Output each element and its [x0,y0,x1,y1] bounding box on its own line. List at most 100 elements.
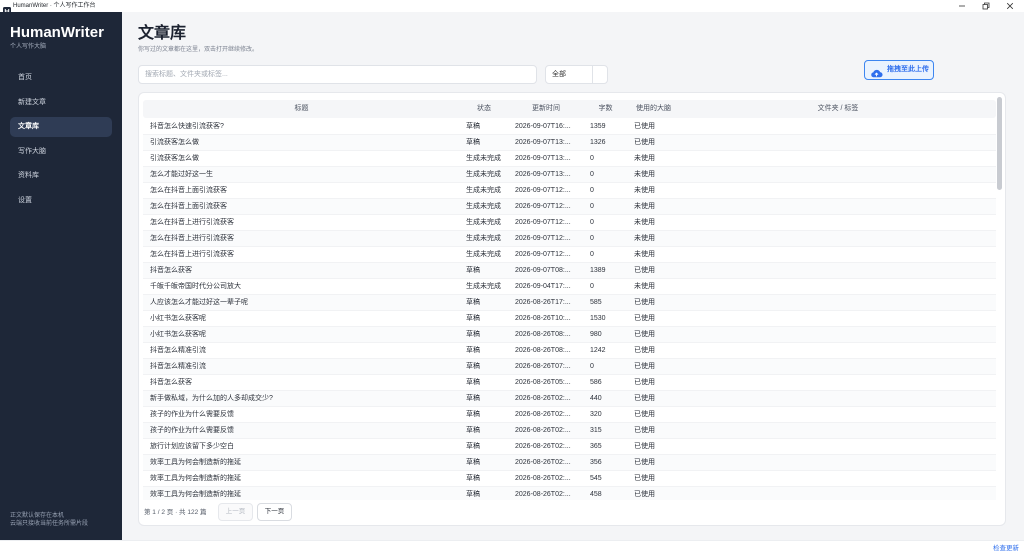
sidebar-item-new-article[interactable]: 新建文章 [10,93,112,113]
table-row[interactable]: 怎么在抖音上进行引流获客 生成未完成 2026-09-07T12:... 0 未使用 [143,215,996,231]
cell-title: 效率工具为何会制造新的拖延 [150,491,241,498]
app-logo-icon [3,2,11,15]
table-row[interactable]: 小红书怎么获客呢 草稿 2026-08-26T08:... 980 已使用 [143,327,996,343]
storage-note-cloud: 云端只接收当前任务所需片段 [10,521,89,527]
cell-title: 孩子的作业为什么需要反馈 [150,427,234,434]
prev-page-button[interactable]: 上一页 [218,503,253,521]
close-icon [1006,2,1014,10]
sidebar-item-settings[interactable]: 设置 [10,191,112,211]
table-row[interactable]: 新手做私域，为什么加的人多却成交少? 草稿 2026-08-26T02:... 440… [143,391,996,407]
page-title: 文章库 [138,25,187,42]
cell-status: 生成未完成 [466,283,501,290]
table-row[interactable]: 抖音怎么精准引流 草稿 2026-08-26T08:... 1242 已使用 [143,343,996,359]
cell-folder-tags [680,375,996,390]
search-input[interactable] [138,65,537,84]
cell-word-count: 586 [590,379,602,386]
cell-brain-usage: 未使用 [634,203,655,210]
cell-brain-usage: 未使用 [634,155,655,162]
restore-button[interactable] [974,0,998,12]
minimize-button[interactable] [950,0,974,12]
cell-updated: 2026-09-07T16:... [515,123,571,130]
cell-word-count: 458 [590,491,602,498]
cell-updated: 2026-09-04T17:... [515,283,571,290]
cell-status: 草稿 [466,427,480,434]
cell-word-count: 365 [590,443,602,450]
table-row[interactable]: 引流获客怎么做 草稿 2026-09-07T13:... 1326 已使用 [143,135,996,151]
cell-folder-tags [680,407,996,422]
cell-status: 生成未完成 [466,187,501,194]
sidebar-item-resources[interactable]: 资料库 [10,166,112,186]
table-row[interactable]: 抖音怎么精准引流 草稿 2026-08-26T07:... 0 已使用 [143,359,996,375]
table-body: 抖音怎么快速引流获客? 草稿 2026-09-07T16:... 1359 已使用 引流获… [143,119,996,500]
table-row[interactable]: 怎么在抖音上进行引流获客 生成未完成 2026-09-07T12:... 0 未使用 [143,231,996,247]
table-row[interactable]: 效率工具为何会制造新的拖延 草稿 2026-08-26T02:... 458 已使用 [143,487,996,500]
cell-title: 新手做私域，为什么加的人多却成交少? [150,395,273,402]
table-scrollbar[interactable] [997,97,1002,500]
cell-word-count: 1359 [590,123,606,130]
table-row[interactable]: 人应该怎么才能过好这一辈子呢 草稿 2026-08-26T17:... 585 已使用 [143,295,996,311]
column-header-folder-tags: 文件夹 / 标签 [817,105,859,112]
table-row[interactable]: 效率工具为何会制造新的拖延 草稿 2026-08-26T02:... 545 已使用 [143,471,996,487]
cell-updated: 2026-08-26T07:... [515,363,571,370]
sidebar-item-writing-brain[interactable]: 写作大脑 [10,142,112,162]
cell-brain-usage: 已使用 [634,123,655,130]
table-row[interactable]: 小红书怎么获客呢 草稿 2026-08-26T10:... 1530 已使用 [143,311,996,327]
cell-title: 怎么在抖音上进行引流获客 [150,219,234,226]
cell-title: 怎么在抖音上面引流获客 [150,187,227,194]
table-row[interactable]: 旅行计划应该留下多少空白 草稿 2026-08-26T02:... 365 已使用 [143,439,996,455]
table-row[interactable]: 千皈千皈帝国时代分公司放大 生成未完成 2026-09-04T17:... 0 未使用 [143,279,996,295]
close-button[interactable] [998,0,1022,12]
table-row[interactable]: 孩子的作业为什么需要反馈 草稿 2026-08-26T02:... 320 已使用 [143,407,996,423]
upload-dropzone-button[interactable]: 拖拽至此上传 [864,60,934,80]
cell-word-count: 356 [590,459,602,466]
cell-title: 效率工具为何会制造新的拖延 [150,459,241,466]
table-row[interactable]: 怎么在抖音上面引流获客 生成未完成 2026-09-07T12:... 0 未使用 [143,199,996,215]
table-row[interactable]: 孩子的作业为什么需要反馈 草稿 2026-08-26T02:... 315 已使用 [143,423,996,439]
table-row[interactable]: 怎么在抖音上面引流获客 生成未完成 2026-09-07T12:... 0 未使用 [143,183,996,199]
cell-folder-tags [680,167,996,182]
table-row[interactable]: 效率工具为何会制造新的拖延 草稿 2026-08-26T02:... 356 已使用 [143,455,996,471]
cell-folder-tags [680,199,996,214]
cell-status: 草稿 [466,331,480,338]
sidebar-item-library[interactable]: 文章库 [10,117,112,138]
filter-selected-value: 全部 [552,71,566,78]
cell-title: 小红书怎么获客呢 [150,331,206,338]
cell-folder-tags [680,391,996,406]
sidebar-footer: 正文默认保存在本机 云端只接收当前任务所需片段 [10,512,118,528]
cell-updated: 2026-08-26T02:... [515,491,571,498]
cell-word-count: 440 [590,395,602,402]
column-header-brain-usage: 使用的大脑 [636,105,671,112]
table-row[interactable]: 引流获客怎么做 生成未完成 2026-09-07T13:... 0 未使用 [143,151,996,167]
table-row[interactable]: 抖音怎么快速引流获客? 草稿 2026-09-07T16:... 1359 已使用 [143,119,996,135]
check-update-link[interactable]: 检查更新 [993,543,1019,554]
cell-brain-usage: 已使用 [634,459,655,466]
cell-updated: 2026-08-26T08:... [515,347,571,354]
filter-select[interactable]: 全部 [545,65,608,84]
cell-folder-tags [680,423,996,438]
table-row[interactable]: 怎么才能过好这一生 生成未完成 2026-09-07T13:... 0 未使用 [143,167,996,183]
cell-title: 抖音怎么精准引流 [150,347,206,354]
cell-title: 小红书怎么获客呢 [150,315,206,322]
window-title: HumanWriter · 个人写作工作台 [13,3,96,9]
table-scrollbar-thumb[interactable] [997,97,1002,190]
cell-updated: 2026-09-07T12:... [515,251,571,258]
cell-status: 生成未完成 [466,203,501,210]
cell-title: 抖音怎么获客 [150,267,192,274]
cell-updated: 2026-08-26T08:... [515,331,571,338]
cell-brain-usage: 已使用 [634,443,655,450]
cell-status: 草稿 [466,443,480,450]
table-row[interactable]: 抖音怎么获客 草稿 2026-08-26T05:... 586 已使用 [143,375,996,391]
cell-title: 抖音怎么精准引流 [150,363,206,370]
cell-status: 草稿 [466,379,480,386]
cell-folder-tags [680,279,996,294]
cell-word-count: 0 [590,155,594,162]
pagination-info: 第 1 / 2 页 · 共 122 篇 [144,509,207,516]
next-page-button[interactable]: 下一页 [257,503,292,521]
cell-updated: 2026-09-07T12:... [515,219,571,226]
table-row[interactable]: 怎么在抖音上进行引流获客 生成未完成 2026-09-07T12:... 0 未使用 [143,247,996,263]
filter-dropdown-toggle[interactable] [592,66,607,83]
cell-updated: 2026-09-07T13:... [515,155,571,162]
cell-status: 草稿 [466,475,480,482]
sidebar-item-home[interactable]: 首页 [10,68,112,88]
table-row[interactable]: 抖音怎么获客 草稿 2026-09-07T08:... 1389 已使用 [143,263,996,279]
